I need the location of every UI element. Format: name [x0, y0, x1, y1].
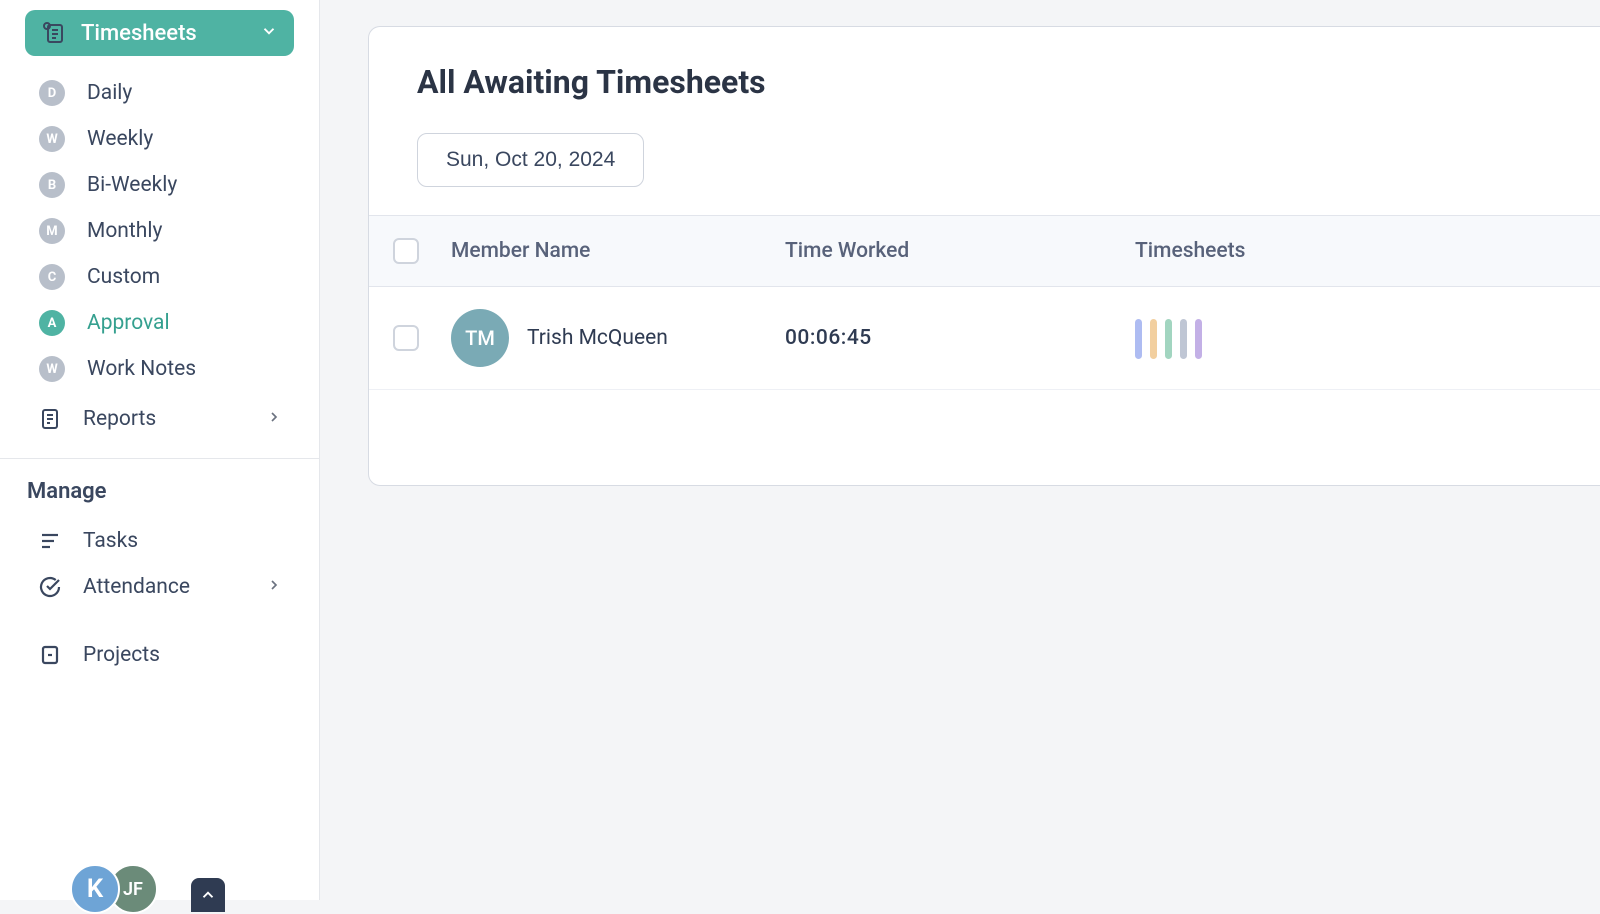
member-name: Trish McQueen: [527, 326, 668, 350]
avatar[interactable]: K: [70, 864, 120, 914]
sidebar-item-label: Bi-Weekly: [87, 173, 177, 197]
nav-group-label: Timesheets: [81, 21, 197, 46]
time-worked-value: 00:06:45: [785, 326, 872, 350]
table-header: Member Name Time Worked Timesheets: [369, 216, 1600, 287]
projects-icon: [37, 642, 63, 668]
sidebar-item-custom[interactable]: C Custom: [31, 254, 294, 300]
table-row[interactable]: TM Trish McQueen 00:06:45: [369, 287, 1600, 390]
sidebar-item-label: Work Notes: [87, 357, 196, 381]
nav-item-label: Reports: [83, 407, 156, 431]
sidebar-footer: K JF: [0, 844, 319, 900]
main-content: All Awaiting Timesheets Sun, Oct 20, 202…: [320, 0, 1600, 900]
column-header-time: Time Worked: [785, 239, 1135, 263]
nav-item-attendance[interactable]: Attendance: [25, 564, 294, 610]
member-avatar: TM: [451, 309, 509, 367]
timesheets-table: Member Name Time Worked Timesheets TM Tri…: [369, 215, 1600, 390]
row-checkbox[interactable]: [393, 325, 419, 351]
nav-item-label: Projects: [83, 643, 160, 667]
sidebar-item-label: Custom: [87, 265, 160, 289]
nav-item-label: Tasks: [83, 529, 138, 553]
badge-letter-icon: C: [39, 264, 65, 290]
timesheets-card: All Awaiting Timesheets Sun, Oct 20, 202…: [368, 26, 1600, 486]
timesheet-icon: [41, 20, 67, 46]
scroll-up-button[interactable]: [191, 878, 225, 912]
badge-letter-icon: D: [39, 80, 65, 106]
sidebar-item-label: Daily: [87, 81, 132, 105]
sidebar-item-label: Approval: [87, 311, 170, 335]
badge-letter-icon: W: [39, 126, 65, 152]
badge-letter-icon: W: [39, 356, 65, 382]
sidebar-item-bi-weekly[interactable]: B Bi-Weekly: [31, 162, 294, 208]
badge-letter-icon: A: [39, 310, 65, 336]
sidebar: Timesheets D Daily W Weekly B Bi-Weekly M Month…: [0, 0, 320, 900]
nav-item-tasks[interactable]: Tasks: [25, 518, 294, 564]
chevron-down-icon: [260, 21, 278, 46]
nav-item-projects[interactable]: Projects: [25, 632, 294, 678]
nav-item-label: Attendance: [83, 575, 190, 599]
nav-group-timesheets[interactable]: Timesheets: [25, 10, 294, 56]
column-header-timesheets: Timesheets: [1135, 239, 1576, 263]
tasks-icon: [37, 528, 63, 554]
timesheet-bars-icon: [1135, 317, 1576, 359]
nav-item-reports[interactable]: Reports: [25, 396, 294, 442]
sidebar-item-work-notes[interactable]: W Work Notes: [31, 346, 294, 392]
page-title: All Awaiting Timesheets: [417, 63, 1552, 101]
sidebar-item-daily[interactable]: D Daily: [31, 70, 294, 116]
badge-letter-icon: B: [39, 172, 65, 198]
sidebar-item-label: Weekly: [87, 127, 153, 151]
column-header-member: Member Name: [451, 239, 785, 263]
badge-letter-icon: M: [39, 218, 65, 244]
date-picker-button[interactable]: Sun, Oct 20, 2024: [417, 133, 644, 187]
chevron-right-icon: [266, 575, 282, 599]
chevron-right-icon: [266, 407, 282, 431]
sidebar-item-label: Monthly: [87, 219, 162, 243]
sidebar-item-approval[interactable]: A Approval: [31, 300, 294, 346]
sidebar-item-monthly[interactable]: M Monthly: [31, 208, 294, 254]
attendance-icon: [37, 574, 63, 600]
section-label-manage: Manage: [25, 475, 294, 518]
select-all-checkbox[interactable]: [393, 238, 419, 264]
sidebar-item-weekly[interactable]: W Weekly: [31, 116, 294, 162]
report-icon: [37, 406, 63, 432]
